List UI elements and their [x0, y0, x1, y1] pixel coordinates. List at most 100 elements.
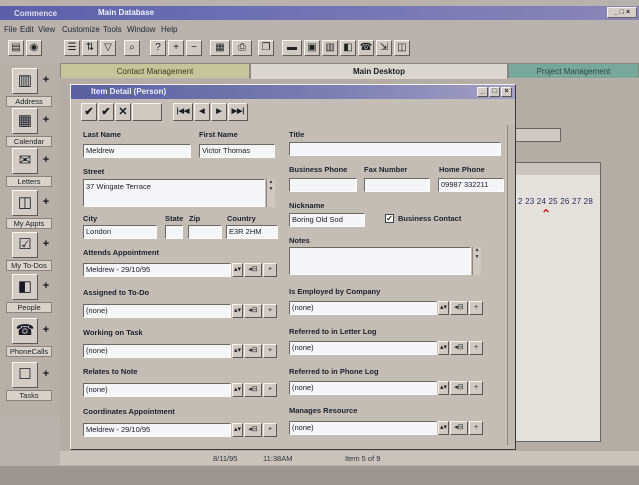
dropdown-arrow-icon[interactable]: ▴▾ [232, 304, 243, 318]
blank-button[interactable] [132, 103, 162, 121]
add-address-icon[interactable]: + [40, 75, 52, 87]
connection-add-icon[interactable]: + [263, 383, 277, 397]
record-icon[interactable]: ◉ [26, 40, 42, 56]
search-icon[interactable]: ⌕ [124, 40, 140, 56]
menu-customize[interactable]: Customize [62, 25, 100, 34]
last-name-field[interactable]: Meldrew [83, 144, 191, 158]
connection-view-icon[interactable]: ◂⊟ [244, 383, 262, 397]
business-phone-field[interactable] [289, 178, 357, 192]
tasks-icon[interactable]: ☐ [12, 362, 38, 388]
city-field[interactable]: London [83, 225, 157, 239]
first-name-field[interactable]: Victor Thomas [199, 144, 275, 158]
minimize-icon[interactable]: _ [477, 87, 488, 97]
connection-add-icon[interactable]: + [469, 301, 483, 315]
export-icon[interactable]: ⇲ [376, 40, 392, 56]
nickname-field[interactable]: Boring Old Sod [289, 213, 365, 227]
add-person-icon[interactable]: + [40, 281, 52, 293]
connection-add-icon[interactable]: + [469, 341, 483, 355]
phone-toolbar-icon[interactable]: ☎ [358, 40, 374, 56]
connection-view-icon[interactable]: ◂⊟ [244, 304, 262, 318]
cancel-icon[interactable]: ✕ [115, 103, 131, 121]
letter-log-field[interactable]: (none) [289, 341, 437, 355]
street-field[interactable]: 37 Wingate Terrace [83, 179, 265, 207]
menu-tools[interactable]: Tools [103, 25, 122, 34]
previous-record-icon[interactable]: ◀ [194, 103, 210, 121]
address-book-icon[interactable]: ▥ [12, 68, 38, 94]
background-calendar-window[interactable]: 2 23 24 25 26 27 28 ⌃ [505, 162, 601, 442]
country-field[interactable]: E3R 2HM [226, 225, 278, 239]
add-appointment-icon[interactable]: + [40, 197, 52, 209]
letters-icon[interactable]: ✉ [12, 148, 38, 174]
dropdown-arrow-icon[interactable]: ▴▾ [232, 344, 243, 358]
dialog-scrollbar[interactable] [507, 125, 515, 445]
todo-icon[interactable]: ☑ [12, 232, 38, 258]
print-icon[interactable]: ⎙ [232, 40, 252, 56]
add-letter-icon[interactable]: + [40, 155, 52, 167]
add-phonecall-icon[interactable]: + [40, 325, 52, 337]
add-task-icon[interactable]: + [40, 369, 52, 381]
open-icon[interactable]: ▤ [8, 40, 24, 56]
street-scrollbar[interactable]: ▲ ▼ [266, 179, 275, 207]
people-icon[interactable]: ◧ [12, 274, 38, 300]
agent-icon[interactable]: ▣ [304, 40, 320, 56]
maximize-icon[interactable]: □ [489, 87, 500, 97]
tab-project-management[interactable]: Project Management [508, 63, 639, 78]
menu-file[interactable]: File [4, 25, 17, 34]
dropdown-arrow-icon[interactable]: ▴▾ [438, 421, 449, 435]
add-todo-icon[interactable]: + [40, 239, 52, 251]
notes-scrollbar[interactable]: ▲ ▼ [472, 247, 481, 275]
add-calendar-icon[interactable]: + [40, 115, 52, 127]
manages-resource-field[interactable]: (none) [289, 421, 437, 435]
zip-field[interactable] [188, 225, 222, 239]
connection-add-icon[interactable]: + [263, 344, 277, 358]
employed-company-field[interactable]: (none) [289, 301, 437, 315]
connection-add-icon[interactable]: + [469, 421, 483, 435]
relates-note-field[interactable]: (none) [83, 383, 231, 397]
connection-view-icon[interactable]: ◂⊟ [450, 421, 468, 435]
connection-view-icon[interactable]: ◂⊟ [244, 263, 262, 277]
working-task-field[interactable]: (none) [83, 344, 231, 358]
help-icon[interactable]: ? [150, 40, 166, 56]
first-record-icon[interactable]: |◀◀ [173, 103, 193, 121]
last-record-icon[interactable]: ▶▶| [228, 103, 248, 121]
phone-log-field[interactable]: (none) [289, 381, 437, 395]
menu-edit[interactable]: Edit [20, 25, 34, 34]
notes-field[interactable] [289, 247, 471, 275]
add-icon[interactable]: + [168, 40, 184, 56]
save-close-icon[interactable]: ✔ [98, 103, 114, 121]
connection-view-icon[interactable]: ◂⊟ [450, 301, 468, 315]
coordinates-appointment-field[interactable]: Meldrew - 29/10/95 [83, 423, 231, 437]
menu-view[interactable]: View [38, 25, 55, 34]
phone-icon[interactable]: ☎ [12, 318, 38, 344]
appointments-icon[interactable]: ◫ [12, 190, 38, 216]
connection-add-icon[interactable]: + [263, 263, 277, 277]
filter-icon[interactable]: ☰ [64, 40, 80, 56]
view-icon[interactable]: ▬ [282, 40, 302, 56]
calendar-view-icon[interactable]: ▦ [210, 40, 230, 56]
form-icon[interactable]: ▥ [322, 40, 338, 56]
connection-view-icon[interactable]: ◂⊟ [450, 341, 468, 355]
fax-field[interactable] [364, 178, 430, 192]
calendar-icon[interactable]: ▦ [12, 108, 38, 134]
connection-add-icon[interactable]: + [263, 304, 277, 318]
connection-add-icon[interactable]: + [263, 423, 277, 437]
dropdown-arrow-icon[interactable]: ▴▾ [232, 263, 243, 277]
window-controls[interactable]: _ □ × [607, 7, 637, 18]
connection-view-icon[interactable]: ◂⊟ [244, 423, 262, 437]
close-icon[interactable]: × [501, 87, 512, 97]
next-record-icon[interactable]: ▶ [211, 103, 227, 121]
menu-window[interactable]: Window [127, 25, 155, 34]
state-field[interactable] [165, 225, 183, 239]
save-icon[interactable]: ✔ [81, 103, 97, 121]
connection-view-icon[interactable]: ◂⊟ [244, 344, 262, 358]
business-contact-checkbox[interactable]: ✓ [385, 214, 394, 223]
attends-appointment-field[interactable]: Meldrew - 29/10/95 [83, 263, 231, 277]
assigned-todo-field[interactable]: (none) [83, 304, 231, 318]
connection-view-icon[interactable]: ◂⊟ [450, 381, 468, 395]
sort-icon[interactable]: ⇅ [82, 40, 98, 56]
remove-icon[interactable]: − [186, 40, 202, 56]
tab-main-desktop[interactable]: Main Desktop [250, 63, 508, 79]
menu-help[interactable]: Help [161, 25, 177, 34]
dropdown-arrow-icon[interactable]: ▴▾ [232, 423, 243, 437]
book-icon[interactable]: ❐ [258, 40, 274, 56]
